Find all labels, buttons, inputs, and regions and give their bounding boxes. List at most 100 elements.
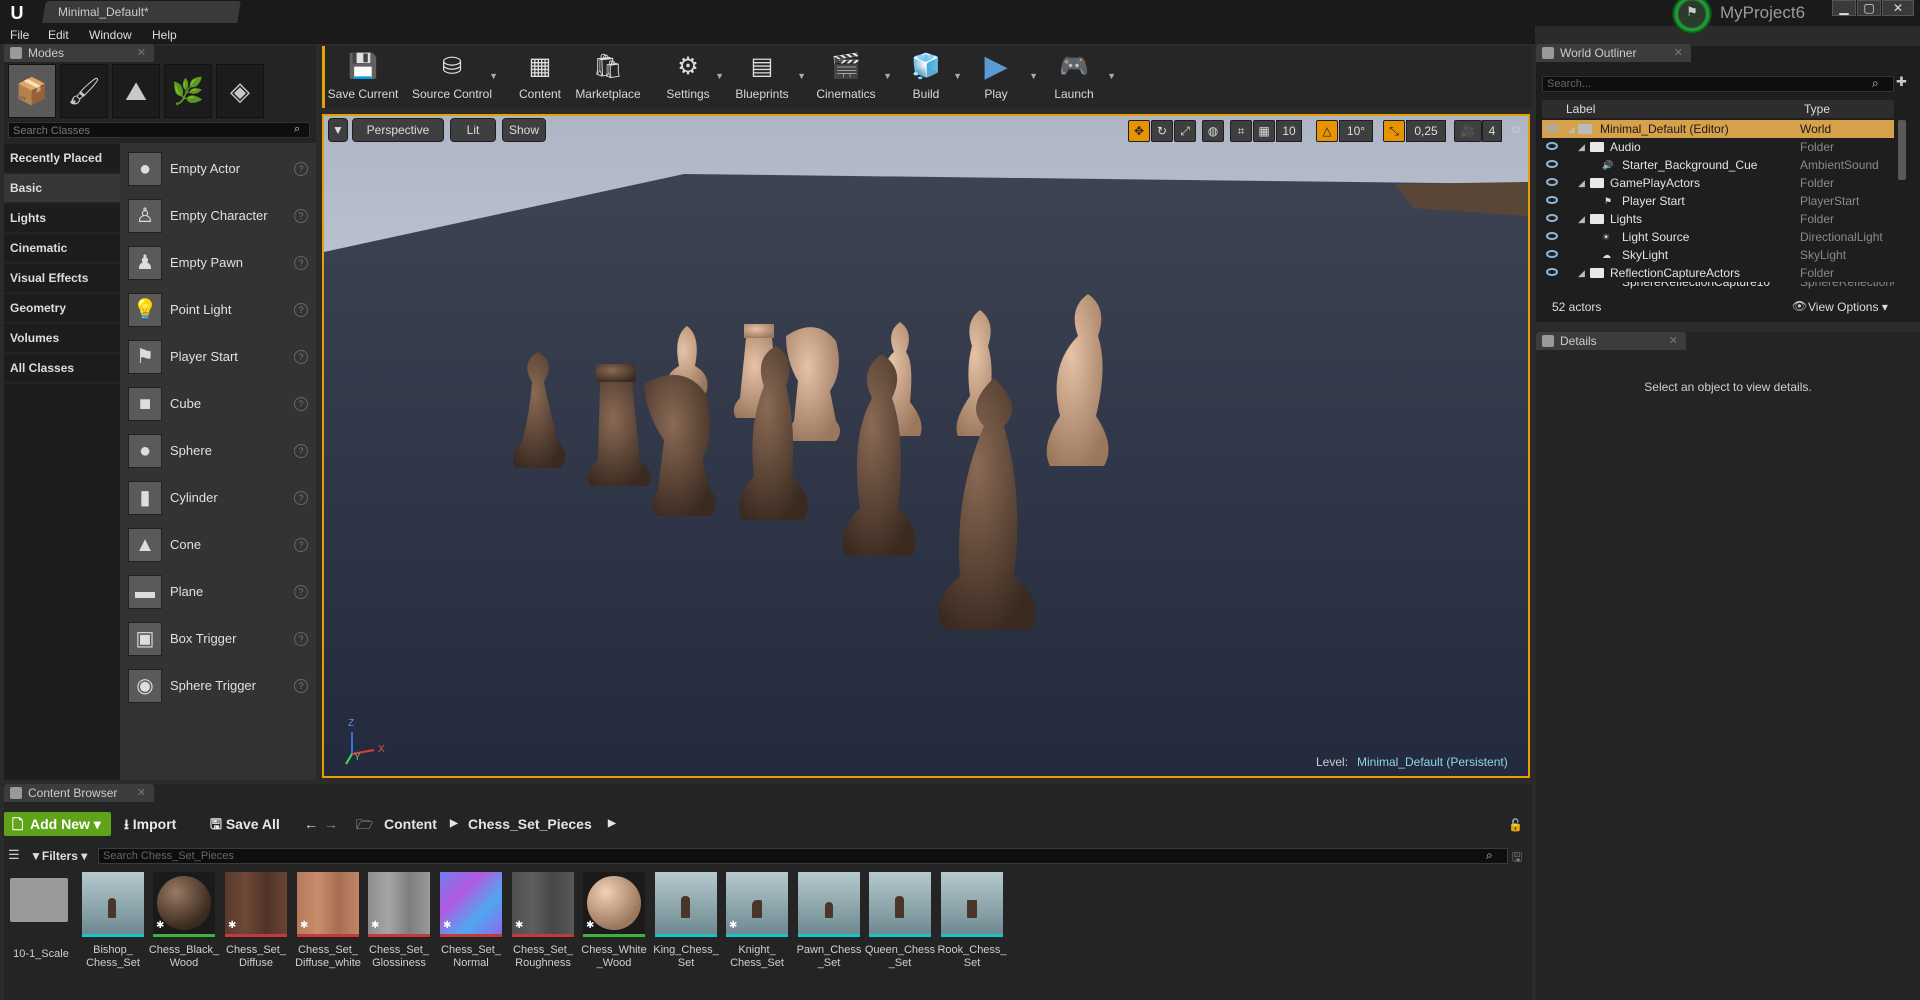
outliner-row[interactable]: ⚑ Player Start PlayerStart [1542,192,1894,210]
level-document-tab[interactable]: Minimal_Default* [42,1,241,23]
play-button[interactable]: ▶ Play ▼ [968,47,1038,107]
chevron-down-icon[interactable]: ▼ [715,71,724,81]
close-tab-icon[interactable]: ✕ [137,784,146,802]
grid-snap-icon[interactable]: ▦ [1253,120,1275,142]
visibility-eye-icon[interactable] [1546,268,1558,276]
class-item-point-light[interactable]: 💡 Point Light? [120,287,316,333]
asset-tile[interactable]: ✱ Chess_Set_ Diffuse [225,872,287,969]
menu-window[interactable]: Window [89,26,132,44]
asset-tile[interactable]: Bishop_ Chess_Set [82,872,144,969]
content-search-input[interactable]: Search Chess_Set_Pieces [98,848,1508,864]
outliner-row[interactable]: 🔊 Starter_Background_Cue AmbientSound [1542,156,1894,174]
asset-tile[interactable]: ✱ Knight_ Chess_Set [726,872,788,969]
scale-snap-value[interactable]: 0,25 [1406,120,1446,142]
class-item-box-trigger[interactable]: ▣ Box Trigger? [120,616,316,662]
help-icon[interactable]: ? [294,397,308,411]
blueprints-button[interactable]: ▤ Blueprints ▼ [726,47,806,107]
settings-button[interactable]: ⚙ Settings ▼ [650,47,726,107]
class-item-plane[interactable]: ▬ Plane? [120,569,316,615]
class-item-empty-character[interactable]: ♙ Empty Character? [120,193,316,239]
expand-triangle-icon[interactable]: ◢ [1578,264,1585,282]
search-classes-input[interactable]: Search Classes [8,122,310,138]
column-label[interactable]: Label [1566,100,1595,118]
asset-tile[interactable]: ✱ Chess_Black_ Wood [149,872,219,969]
build-button[interactable]: 🧊 Build ▼ [900,47,962,107]
show-button[interactable]: Show [502,118,546,142]
modes-tab[interactable]: Modes ✕ [4,44,154,62]
content-browser-tab[interactable]: Content Browser ✕ [4,784,154,802]
grid-snap-value[interactable]: 10 [1276,120,1302,142]
class-item-empty-actor[interactable]: ● Empty Actor? [120,146,316,192]
translate-tool-icon[interactable]: ✥ [1128,120,1150,142]
place-mode-icon[interactable]: 📦 [8,64,56,118]
outliner-row[interactable]: ☁ SkyLight SkyLight [1542,246,1894,264]
scale-tool-icon[interactable]: ⤢ [1174,120,1196,142]
outliner-row[interactable]: ◢ Audio Folder [1542,138,1894,156]
marketplace-button[interactable]: 🛍 Marketplace [572,47,644,107]
lit-button[interactable]: Lit [450,118,496,142]
level-viewport[interactable] [322,114,1530,778]
sources-toggle-icon[interactable]: ☰ [8,847,20,863]
outliner-row[interactable]: ◢ GamePlayActors Folder [1542,174,1894,192]
expand-triangle-icon[interactable]: ◢ [1578,138,1585,156]
class-item-sphere-trigger[interactable]: ◉ Sphere Trigger? [120,663,316,709]
launch-button[interactable]: 🎮 Launch ▼ [1046,47,1116,107]
help-icon[interactable]: ? [294,303,308,317]
category-geometry[interactable]: Geometry [4,294,120,322]
details-tab[interactable]: Details ✕ [1536,332,1686,350]
rotation-snap-icon[interactable]: △ [1316,120,1338,142]
asset-tile[interactable]: ✱ Chess_Set_ Normal [440,872,502,969]
visibility-eye-icon[interactable] [1546,196,1558,204]
perspective-button[interactable]: Perspective [352,118,444,142]
menu-help[interactable]: Help [152,26,177,44]
asset-tile[interactable]: Rook_Chess_ Set [937,872,1007,969]
surface-snap-icon[interactable]: ⌗ [1230,120,1252,142]
rotation-snap-value[interactable]: 10° [1339,120,1373,142]
help-icon[interactable]: ? [294,350,308,364]
outliner-row[interactable]: ☀ Light Source DirectionalLight [1542,228,1894,246]
chevron-down-icon[interactable]: ▼ [1029,71,1038,81]
outliner-scrollbar[interactable] [1898,120,1906,180]
landscape-mode-icon[interactable]: ⛰ [112,64,160,118]
maximize-button[interactable]: ▢ [1857,0,1881,16]
import-button[interactable]: ⭳ Import [124,812,176,836]
paint-mode-icon[interactable]: 🖌 [60,64,108,118]
category-lights[interactable]: Lights [4,204,120,232]
column-type[interactable]: Type [1804,100,1830,118]
outliner-row[interactable]: ◢ Lights Folder [1542,210,1894,228]
category-cinematic[interactable]: Cinematic [4,234,120,262]
expand-triangle-icon[interactable]: ◢ [1568,120,1575,138]
visibility-eye-icon[interactable] [1546,160,1558,168]
class-item-player-start[interactable]: ⚑ Player Start? [120,334,316,380]
class-item-cone[interactable]: ▲ Cone? [120,522,316,568]
add-new-button[interactable]: 🗋 Add New ▾ [4,812,111,836]
category-volumes[interactable]: Volumes [4,324,120,352]
category-recently-placed[interactable]: Recently Placed [4,144,120,172]
asset-tile[interactable]: ✱ Chess_Set_ Roughness [512,872,574,969]
help-icon[interactable]: ? [294,209,308,223]
close-tab-icon[interactable]: ✕ [1669,332,1678,350]
chevron-down-icon[interactable]: ▼ [797,71,806,81]
asset-tile[interactable]: ✱ Chess_Set_ Diffuse_white [295,872,361,969]
category-all-classes[interactable]: All Classes [4,354,120,382]
class-item-cylinder[interactable]: ▮ Cylinder? [120,475,316,521]
outliner-search-input[interactable]: Search... [1542,76,1894,92]
help-icon[interactable]: ? [294,679,308,693]
category-visual-effects[interactable]: Visual Effects [4,264,120,292]
back-arrow-icon[interactable]: ← [304,812,318,836]
close-tab-icon[interactable]: ✕ [137,44,146,62]
visibility-eye-icon[interactable] [1546,178,1558,186]
maximize-viewport-icon[interactable]: ⧉ [1512,124,1520,137]
rotate-tool-icon[interactable]: ↻ [1151,120,1173,142]
menu-edit[interactable]: Edit [48,26,69,44]
outliner-row[interactable]: ◢ ReflectionCaptureActors Folder [1542,264,1894,282]
save-search-icon[interactable]: 🖫 [1512,848,1522,869]
scale-snap-icon[interactable]: ⤡ [1383,120,1405,142]
chevron-down-icon[interactable]: ▼ [883,71,892,81]
world-space-icon[interactable]: ◍ [1202,120,1224,142]
add-filter-icon[interactable]: ✚ [1896,74,1907,90]
world-outliner-tab[interactable]: World Outliner ✕ [1536,44,1691,62]
outliner-row[interactable]: ◢ Minimal_Default (Editor) World [1542,120,1894,138]
chevron-down-icon[interactable]: ▼ [953,71,962,81]
asset-tile[interactable]: Pawn_Chess _Set [797,872,861,969]
